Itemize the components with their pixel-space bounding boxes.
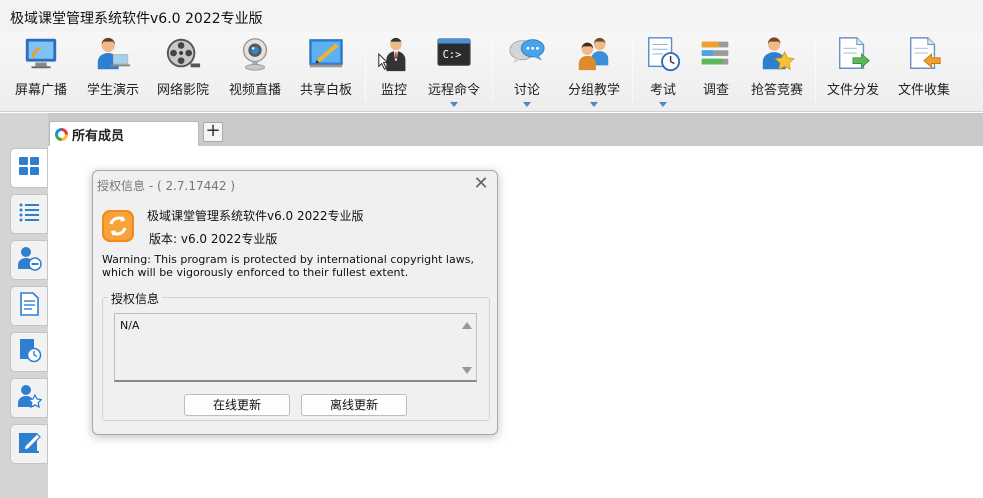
group-teaching-label: 分组教学 — [567, 83, 620, 98]
group-people-icon — [574, 34, 614, 74]
file-collect-button[interactable]: 文件收集 — [893, 32, 955, 110]
quiz-competition-label: 抢答竞赛 — [750, 83, 803, 98]
exam-button[interactable]: 考试 — [640, 32, 686, 110]
list-view-icon — [16, 199, 42, 229]
quiz-competition-button[interactable]: 抢答竞赛 — [746, 32, 808, 110]
film-reel-icon — [163, 34, 203, 74]
group-teaching-button[interactable]: 分组教学 — [563, 32, 625, 110]
exam-dropdown-caret[interactable] — [659, 102, 667, 107]
user-star-button[interactable] — [10, 378, 48, 418]
title-bar: 极域课堂管理系统软件v6.0 2022专业版 — [0, 0, 983, 32]
file-collect-label: 文件收集 — [897, 83, 950, 98]
view-sidebar — [4, 113, 48, 498]
exam-label: 考试 — [649, 83, 676, 98]
tab-all-members[interactable]: 所有成员 — [49, 121, 199, 146]
survey-bars-icon — [696, 34, 736, 74]
tab-all-members-label: 所有成员 — [72, 128, 125, 144]
whiteboard-icon — [306, 34, 346, 74]
offline-update-button[interactable]: 离线更新 — [301, 394, 407, 416]
toolbar-separator — [365, 36, 366, 102]
network-cinema-button[interactable]: 网络影院 — [152, 32, 214, 110]
screen-broadcast-button[interactable]: 屏幕广播 — [10, 32, 72, 110]
license-textbox[interactable]: N/A — [114, 313, 477, 382]
app-logo-icon — [101, 209, 135, 243]
student-demo-label: 学生演示 — [86, 83, 139, 98]
file-distribute-label: 文件分发 — [826, 83, 879, 98]
grid-view-icon — [16, 153, 42, 183]
remote-command-button[interactable]: C:> 远程命令 — [424, 32, 484, 110]
color-ring-icon — [55, 127, 68, 141]
edit-note-icon — [16, 429, 42, 459]
user-remove-button[interactable] — [10, 240, 48, 280]
online-update-button[interactable]: 在线更新 — [184, 394, 290, 416]
product-name: 极域课堂管理系统软件v6.0 2022专业版 — [147, 209, 364, 223]
student-demo-button[interactable]: 学生演示 — [82, 32, 144, 110]
svg-text:C:>: C:> — [443, 49, 462, 61]
discussion-label: 讨论 — [513, 83, 540, 98]
user-remove-icon — [16, 245, 42, 275]
user-star-icon — [16, 383, 43, 413]
document-button[interactable] — [10, 286, 48, 326]
document-clock-icon — [16, 337, 42, 367]
remote-command-label: 远程命令 — [427, 83, 480, 98]
window-title: 极域课堂管理系统软件v6.0 2022专业版 — [10, 11, 263, 27]
scroll-down-arrow-icon[interactable] — [462, 367, 472, 374]
network-cinema-label: 网络影院 — [156, 83, 209, 98]
screen-broadcast-label: 屏幕广播 — [14, 83, 67, 98]
shared-whiteboard-label: 共享白板 — [299, 83, 352, 98]
survey-label: 调查 — [702, 83, 729, 98]
chat-bubbles-icon — [507, 34, 547, 74]
edit-note-button[interactable] — [10, 424, 48, 464]
exam-clock-icon — [643, 34, 683, 74]
file-collect-icon — [904, 34, 944, 74]
screen-broadcast-icon — [21, 34, 61, 74]
monitor-button[interactable]: 监控 — [372, 32, 416, 110]
video-live-button[interactable]: 视频直播 — [224, 32, 286, 110]
quiz-star-icon — [757, 34, 797, 74]
version-text: 版本: v6.0 2022专业版 — [149, 232, 278, 246]
dialog-title: 授权信息 - ( 2.7.17442 ) — [97, 179, 236, 193]
toolbar-separator — [492, 36, 493, 102]
terminal-icon: C:> — [434, 34, 474, 74]
student-demo-icon — [93, 34, 133, 74]
toolbar-separator — [632, 36, 633, 102]
add-tab-button[interactable]: + — [203, 122, 223, 142]
copyright-warning: Warning: This program is protected by in… — [102, 253, 474, 279]
license-value: N/A — [120, 319, 140, 332]
toolbar-separator — [815, 36, 816, 102]
video-live-label: 视频直播 — [228, 83, 281, 98]
group-teaching-dropdown-caret[interactable] — [590, 102, 598, 107]
webcam-icon — [235, 34, 275, 74]
list-view-button[interactable] — [10, 194, 48, 234]
document-icon — [16, 291, 42, 321]
file-distribute-button[interactable]: 文件分发 — [822, 32, 884, 110]
discussion-dropdown-caret[interactable] — [523, 102, 531, 107]
file-send-icon — [833, 34, 873, 74]
scroll-up-arrow-icon[interactable] — [462, 322, 472, 329]
monitor-label: 监控 — [380, 83, 407, 98]
document-clock-button[interactable] — [10, 332, 48, 372]
license-info-dialog: 授权信息 - ( 2.7.17442 ) ✕ 极域课堂管理系统软件v6.0 20… — [92, 170, 498, 435]
grid-view-button[interactable] — [10, 148, 48, 188]
remote-command-dropdown-caret[interactable] — [450, 102, 458, 107]
close-icon[interactable]: ✕ — [471, 173, 491, 194]
main-toolbar: 屏幕广播 学生演示 网络影院 视频直播 共享白板 监控 C:> 远程命令 讨论 … — [0, 32, 983, 112]
tab-bar: 所有成员 + — [48, 113, 983, 146]
shared-whiteboard-button[interactable]: 共享白板 — [295, 32, 357, 110]
license-group-label: 授权信息 — [108, 290, 163, 307]
survey-button[interactable]: 调查 — [694, 32, 738, 110]
discussion-button[interactable]: 讨论 — [500, 32, 554, 110]
monitor-person-icon — [374, 34, 414, 74]
